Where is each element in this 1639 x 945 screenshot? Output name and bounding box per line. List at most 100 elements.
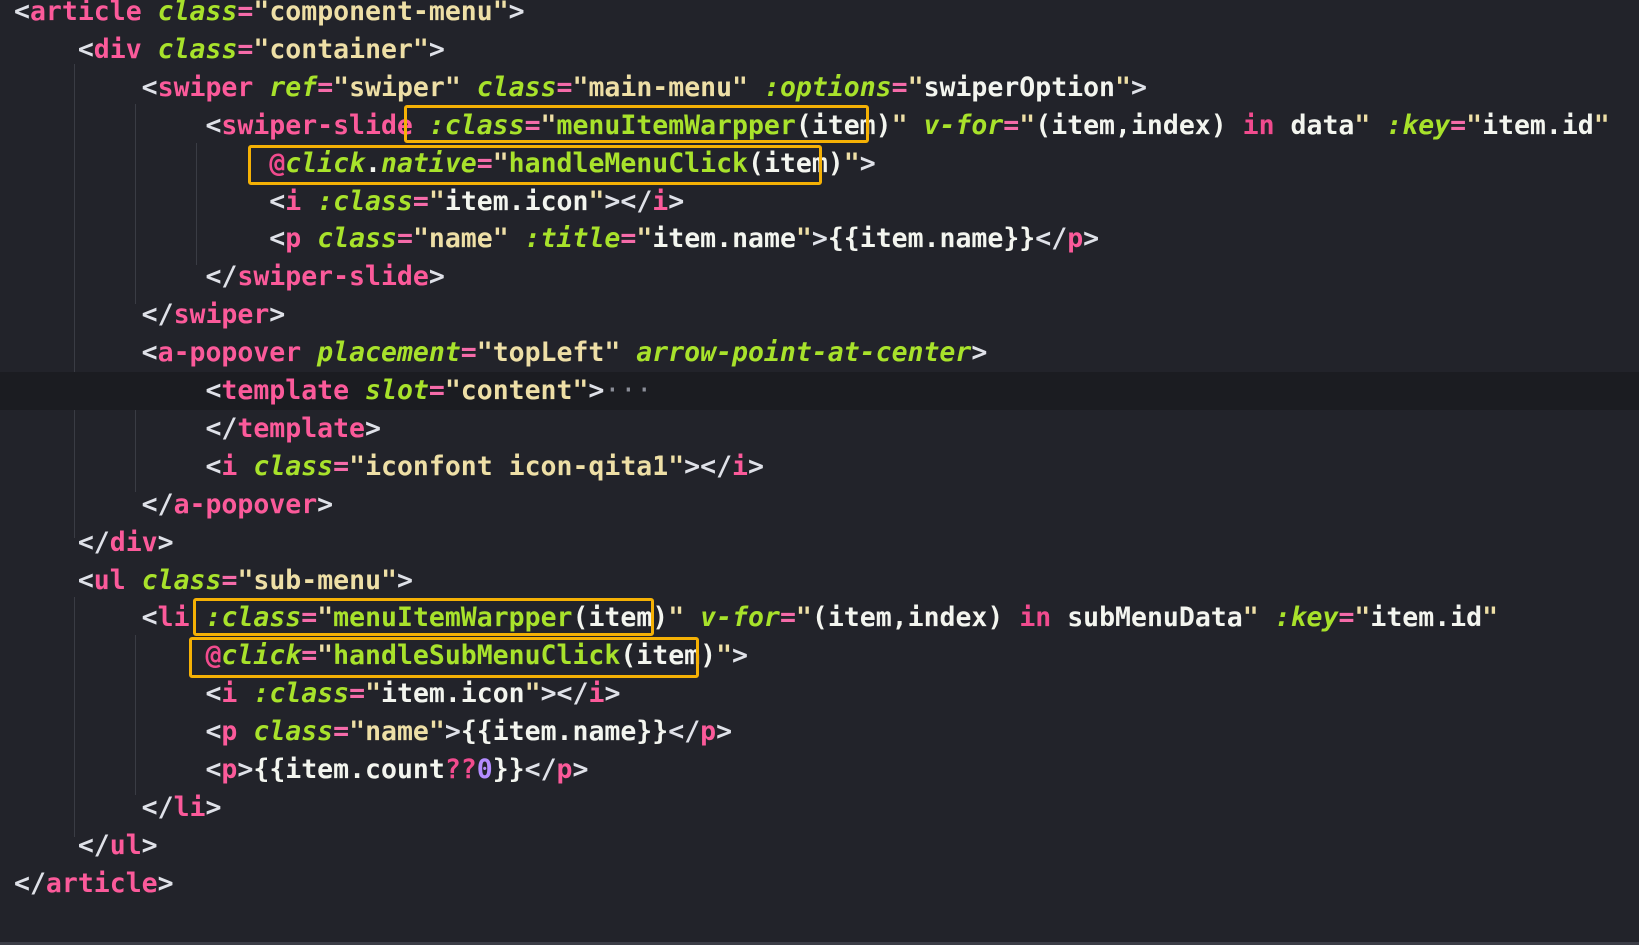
code-token: < [205,716,222,748]
code-token: > [157,526,174,558]
code-token: = [333,450,350,482]
code-token: :class [253,678,350,710]
code-token: " [891,109,908,141]
code-line[interactable]: <p>{{item.count??0}}</p> [0,751,1639,789]
code-token: (item) [620,640,717,672]
code-token: li [157,602,190,634]
code-line[interactable]: </template> [0,410,1639,448]
code-token: (item,index) [1035,109,1243,141]
code-line[interactable]: </li> [0,789,1639,827]
code-token: " [1242,602,1259,634]
code-line[interactable]: @click="handleSubMenuClick(item)"> [0,637,1639,675]
code-token: " [317,640,334,672]
code-token: click [285,147,366,179]
code-line[interactable]: </a-popover> [0,486,1639,524]
code-line[interactable]: </swiper> [0,296,1639,334]
code-token: "component-menu" [253,0,509,27]
code-line[interactable]: </swiper-slide> [0,258,1639,296]
code-token: > [269,299,286,331]
code-text: @click="handleSubMenuClick(item)"> [14,637,748,675]
code-token: < [77,33,94,65]
code-line[interactable]: <i class="iconfont icon-qita1"></i> [0,448,1639,486]
code-token: > [1130,71,1147,103]
code-token: swiperOption [923,71,1116,103]
code-token: > [205,791,222,823]
code-token: data [1274,109,1355,141]
code-token: "iconfont icon-qita1" [349,450,685,482]
code-token: " [317,602,334,634]
code-token: {{item.count [253,754,445,785]
code-token: = [1003,109,1020,141]
code-line[interactable]: </div> [0,524,1639,562]
code-line[interactable]: <ul class="sub-menu"> [0,562,1639,600]
code-token: menuItemWarpper [556,109,796,141]
code-line[interactable]: </article> [0,865,1639,903]
code-line[interactable]: <i :class="item.icon"></i> [0,675,1639,713]
code-token: " [1466,109,1483,141]
code-text: </swiper-slide> [14,258,444,296]
code-line[interactable]: <article class="component-menu"> [0,0,1639,31]
code-token: v-for [923,109,1004,141]
code-token: < [205,754,222,785]
code-token: ul [109,829,142,861]
code-token: :title [524,223,621,255]
code-line[interactable]: <li :class="menuItemWarpper(item)" v-for… [0,599,1639,637]
code-line[interactable]: <div class="container"> [0,31,1639,69]
code-token: " [716,640,733,672]
code-line[interactable]: <p class="name">{{item.name}}</p> [0,713,1639,751]
code-token: :key [1386,109,1451,141]
code-token: class [157,0,238,27]
code-token: " [1019,109,1036,141]
code-line[interactable]: <swiper ref="swiper" class="main-menu" :… [0,69,1639,107]
code-token: < [141,71,158,103]
code-token: ul [93,564,126,596]
code-token: = [779,602,796,634]
code-line[interactable]: <swiper-slide :class="menuItemWarpper(it… [0,107,1639,145]
code-token: :class [205,602,302,634]
code-line[interactable]: </ul> [0,827,1639,865]
code-line[interactable]: <a-popover placement="topLeft" arrow-poi… [0,334,1639,372]
code-line[interactable]: <p class="name" :title="item.name">{{ite… [0,220,1639,258]
code-token: = [301,602,318,634]
code-line[interactable]: @click.native="handleMenuClick(item)"> [0,145,1639,183]
code-text: </swiper> [14,296,286,334]
code-token: p [700,716,717,748]
code-token: swiper-slide [237,261,429,293]
code-token: = [317,71,334,103]
code-token: article [29,0,142,27]
code-token: " [636,223,653,255]
code-text: </template> [14,410,381,448]
code-token: arrow-point-at-center [636,337,972,369]
code-token: (item) [572,602,669,634]
fold-ellipsis-icon[interactable]: ··· [604,375,652,406]
code-token: article [45,867,158,899]
code-editor[interactable]: <article class="component-menu"> <div cl… [0,0,1639,945]
code-token: = [412,185,429,217]
code-token: = [891,71,908,103]
code-token: < [141,602,158,634]
code-line-current[interactable]: <template slot="content">··· [0,372,1639,410]
code-line[interactable]: <i :class="item.icon"></i> [0,183,1639,221]
code-token: > [859,147,876,179]
code-token: handleMenuClick [508,147,748,179]
code-token: class [317,223,397,255]
code-token: </ [141,488,174,520]
code-token: item.name [652,223,796,255]
code-token: " [588,185,605,217]
code-token: template [237,412,366,444]
code-token: i [732,450,748,482]
